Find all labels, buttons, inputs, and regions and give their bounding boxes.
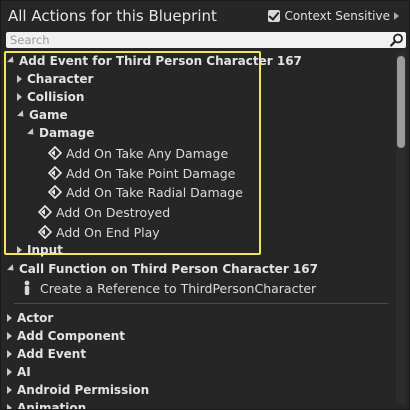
- menu-header: All Actions for this Blueprint Context S…: [1, 1, 409, 31]
- collapsed-arrow-icon[interactable]: [17, 246, 22, 254]
- scrollbar-thumb[interactable]: [397, 56, 405, 148]
- tree-category-android-permission[interactable]: Android Permission: [7, 381, 149, 399]
- tree-category-label: Damage: [39, 126, 95, 140]
- collapsed-arrow-icon[interactable]: [17, 93, 22, 101]
- context-sensitive-checkbox[interactable]: [268, 10, 281, 22]
- action-tree: Add Event for Third Person Character 167…: [4, 51, 393, 409]
- collapsed-arrow-icon[interactable]: [7, 386, 12, 394]
- event-icon: [38, 205, 52, 219]
- tree-category-add-component[interactable]: Add Component: [7, 327, 125, 345]
- tree-category-actor[interactable]: Actor: [7, 309, 53, 327]
- expanded-arrow-icon[interactable]: [17, 109, 27, 119]
- action-label: Add On Take Any Damage: [66, 145, 229, 161]
- collapsed-arrow-icon[interactable]: [7, 332, 12, 340]
- event-icon: [48, 166, 62, 180]
- tree-category-label: Animation: [17, 401, 87, 409]
- action-label: Add On Take Point Damage: [66, 165, 236, 181]
- event-icon: [48, 146, 62, 160]
- tree-category-damage[interactable]: Damage: [27, 124, 94, 142]
- tree-category-label: Collision: [27, 90, 85, 104]
- event-icon: [38, 225, 52, 239]
- action-add-on-take-point-damage[interactable]: Add On Take Point Damage: [48, 164, 235, 182]
- action-add-on-destroyed[interactable]: Add On Destroyed: [38, 203, 170, 221]
- tree-category-label: Add Event: [17, 347, 87, 361]
- search-input[interactable]: [10, 32, 380, 48]
- collapsed-arrow-icon[interactable]: [7, 314, 12, 322]
- search-icon[interactable]: [390, 33, 404, 47]
- expanded-arrow-icon[interactable]: [7, 55, 17, 65]
- action-add-on-end-play[interactable]: Add On End Play: [38, 223, 160, 241]
- person-icon: [24, 280, 30, 295]
- collapsed-arrow-icon[interactable]: [7, 404, 12, 409]
- tree-category-label: AI: [17, 365, 31, 379]
- tree-category-label: Input: [27, 243, 63, 257]
- tree-category-animation[interactable]: Animation: [7, 399, 86, 409]
- tree-category-call-function[interactable]: Call Function on Third Person Character …: [7, 260, 318, 278]
- action-add-on-take-radial-damage[interactable]: Add On Take Radial Damage: [48, 183, 243, 201]
- action-label: Add On Destroyed: [56, 204, 171, 220]
- blueprint-action-menu: All Actions for this Blueprint Context S…: [0, 0, 410, 410]
- tree-category-character[interactable]: Character: [17, 70, 93, 88]
- menu-title: All Actions for this Blueprint: [8, 7, 217, 25]
- tree-category-game[interactable]: Game: [17, 106, 68, 124]
- collapsed-arrow-icon[interactable]: [7, 368, 12, 376]
- tree-category-input[interactable]: Input: [17, 241, 63, 259]
- tree-category-label: Game: [29, 108, 68, 122]
- collapsed-arrow-icon[interactable]: [17, 75, 22, 83]
- context-sensitive-toggle[interactable]: Context Sensitive: [268, 9, 399, 23]
- tree-category-label: Character: [27, 72, 94, 86]
- expanded-arrow-icon[interactable]: [7, 263, 17, 273]
- vertical-scrollbar[interactable]: [396, 52, 406, 404]
- caret-right-icon[interactable]: [394, 12, 399, 20]
- search-box[interactable]: [6, 32, 406, 48]
- tree-category-label: Add Component: [17, 329, 125, 343]
- action-label: Create a Reference to ThirdPersonCharact…: [40, 280, 317, 296]
- tree-category-label: Android Permission: [17, 383, 150, 397]
- tree-category-label: Actor: [17, 311, 54, 325]
- tree-category-collision[interactable]: Collision: [17, 88, 84, 106]
- tree-category-add-event-for-character[interactable]: Add Event for Third Person Character 167: [7, 52, 302, 70]
- action-create-reference[interactable]: Create a Reference to ThirdPersonCharact…: [22, 279, 316, 297]
- context-sensitive-label: Context Sensitive: [284, 9, 390, 23]
- tree-category-ai[interactable]: AI: [7, 363, 31, 381]
- action-label: Add On Take Radial Damage: [66, 184, 243, 200]
- expanded-arrow-icon[interactable]: [27, 127, 37, 137]
- action-add-on-take-any-damage[interactable]: Add On Take Any Damage: [48, 144, 228, 162]
- collapsed-arrow-icon[interactable]: [7, 350, 12, 358]
- tree-category-add-event[interactable]: Add Event: [7, 345, 86, 363]
- tree-category-label: Call Function on Third Person Character …: [19, 262, 318, 276]
- tree-category-label: Add Event for Third Person Character 167: [19, 54, 302, 68]
- event-icon: [48, 185, 62, 199]
- section-divider: [14, 303, 388, 304]
- action-label: Add On End Play: [56, 224, 160, 240]
